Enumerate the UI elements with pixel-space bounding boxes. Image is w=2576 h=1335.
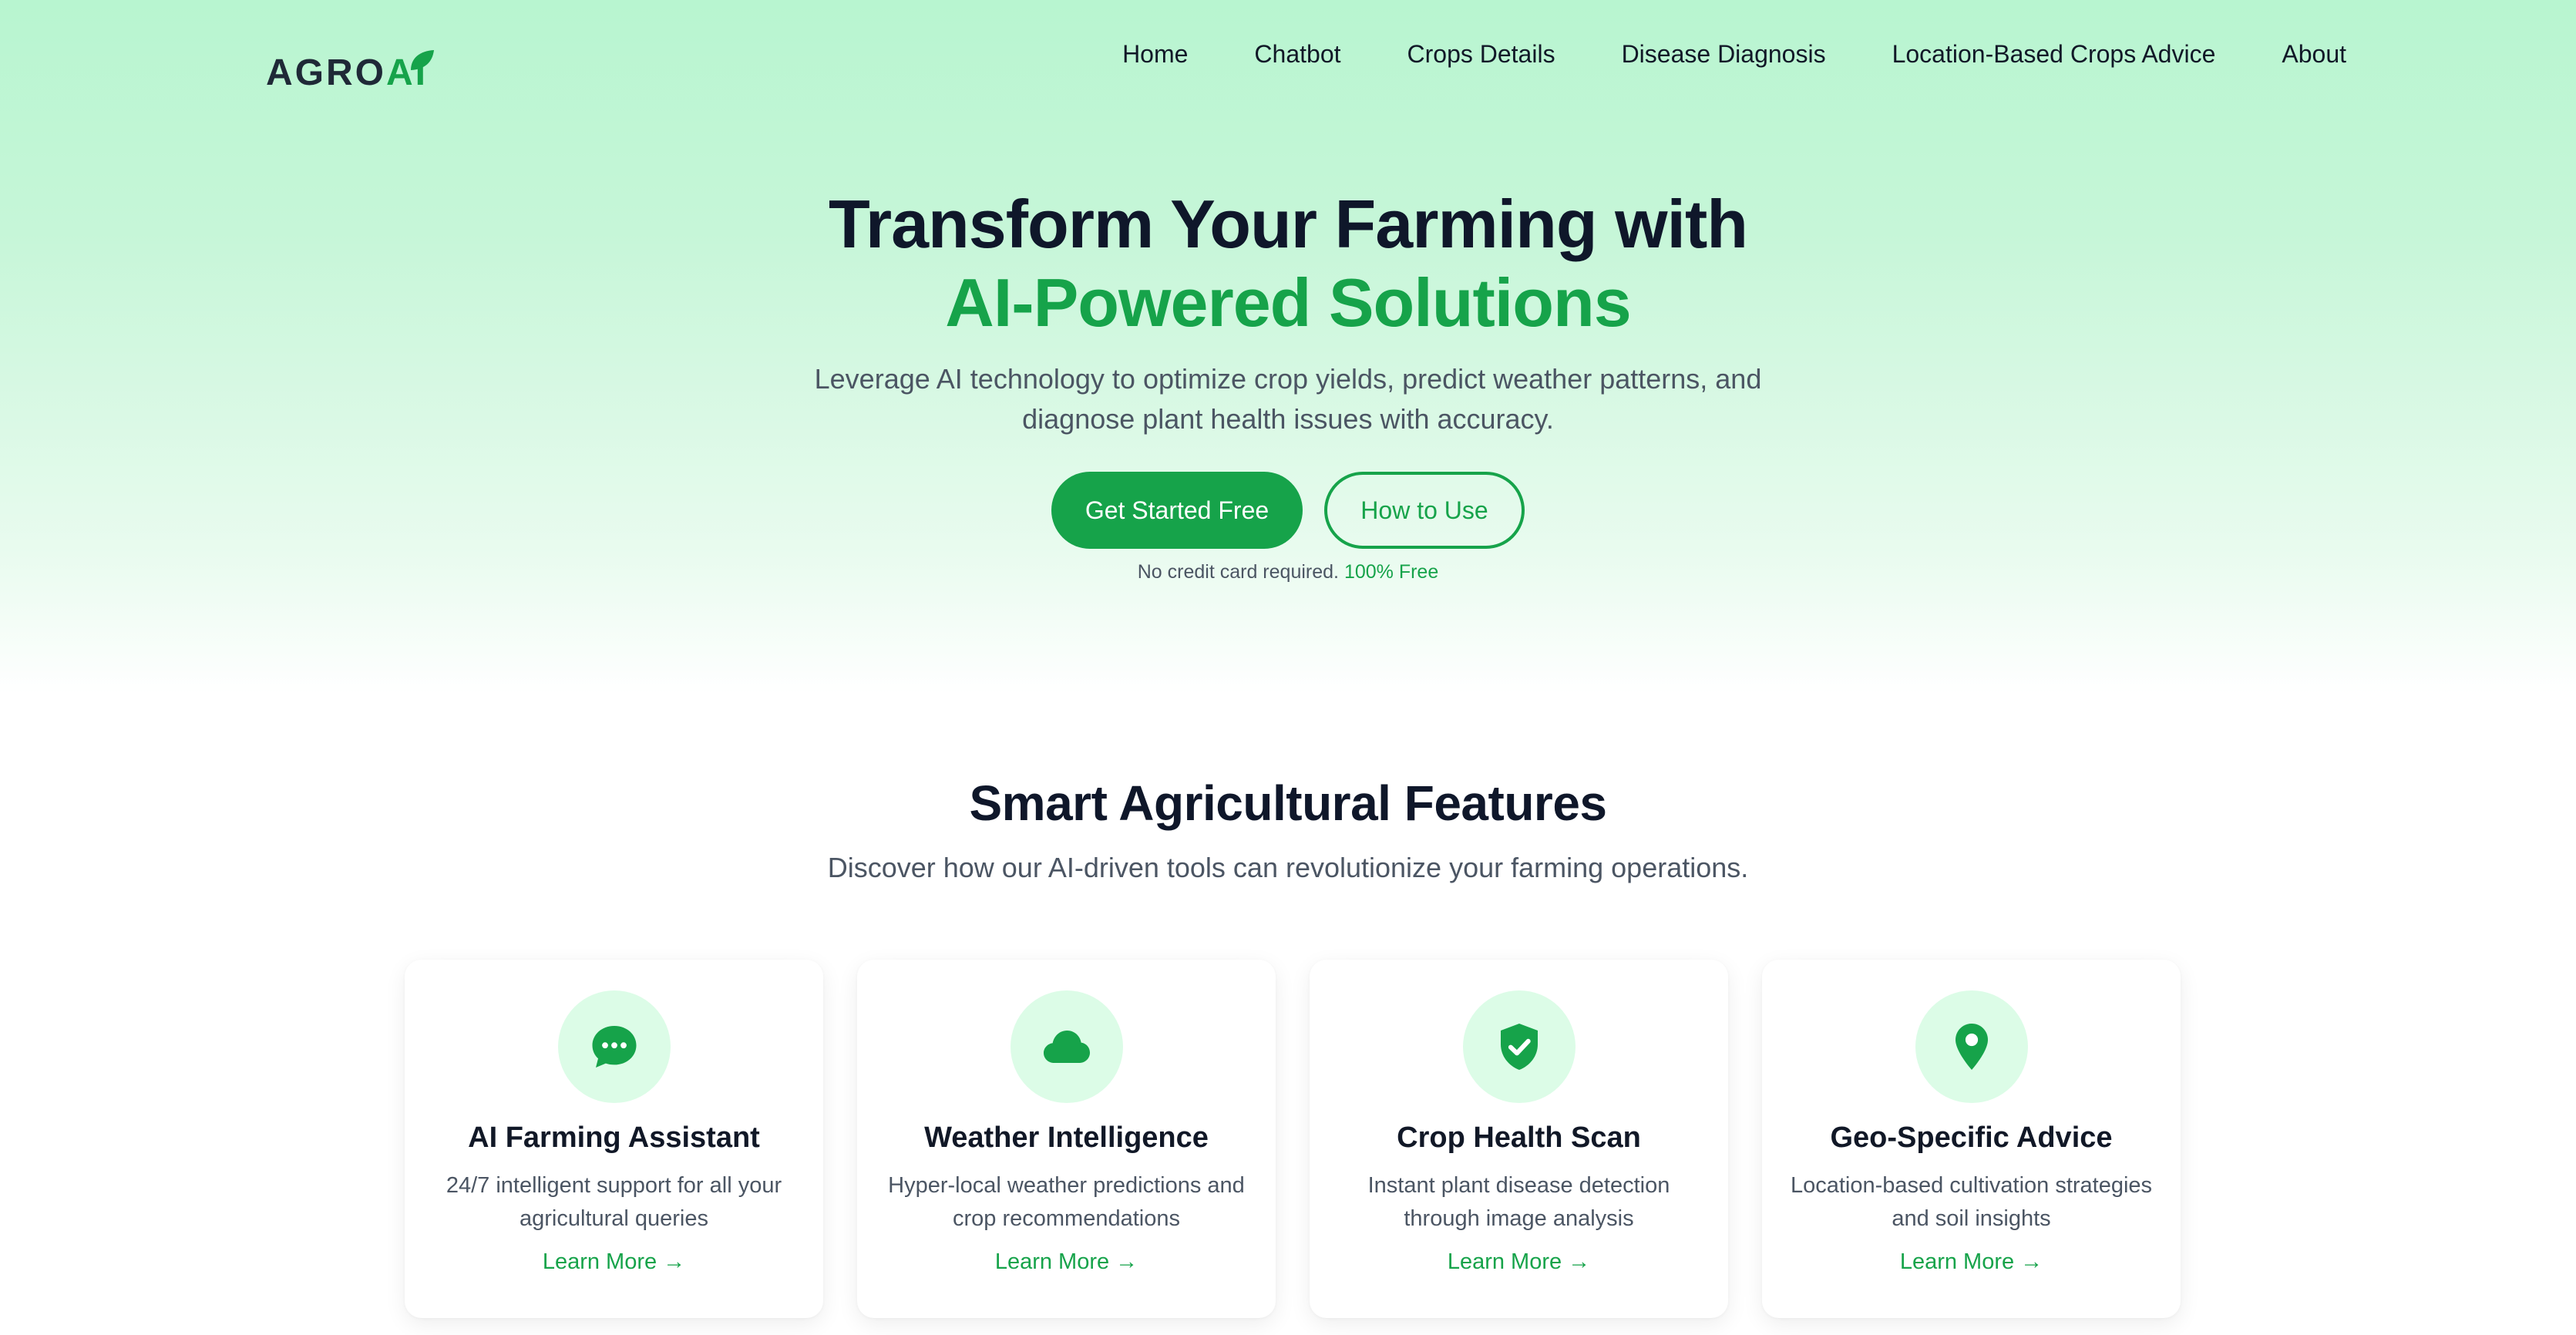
cloud-icon [1043,1031,1090,1063]
hero-section: Transform Your Farming with AI-Powered S… [0,185,2576,583]
feature-card-crop-health: Crop Health Scan Instant plant disease d… [1310,960,1728,1318]
chat-bubble-icon [592,1026,636,1068]
feature-card-ai-assistant: AI Farming Assistant 24/7 intelligent su… [405,960,823,1318]
cta-row: Get Started Free How to Use [0,472,2576,549]
feature-card-description: Hyper-local weather predictions and crop… [888,1173,1245,1231]
hero-title: Transform Your Farming with AI-Powered S… [0,185,2576,342]
feature-card-description: Instant plant disease detection through … [1367,1173,1670,1231]
feature-card-title: Crop Health Scan [1397,1121,1641,1154]
map-pin-icon [1955,1024,1988,1070]
nav-crops-details[interactable]: Crops Details [1407,40,1555,69]
learn-more-link[interactable]: Learn More → [543,1249,685,1275]
nav-about[interactable]: About [2282,40,2346,69]
feature-card-description: Location-based cultivation strategies an… [1790,1173,2153,1231]
brand-logo[interactable]: AGRO AI [266,17,434,94]
logo-text-agro: AGRO [266,52,386,93]
hero-title-line2: AI-Powered Solutions [945,264,1631,341]
feature-cards: AI Farming Assistant 24/7 intelligent su… [405,960,2181,1318]
cta-note-text: No credit card required. [1137,561,1339,583]
site-header: AGRO AI Home Chatbot Crops Details Disea… [0,0,2576,131]
cta-note: No credit card required. 100% Free [0,561,2576,583]
main-nav: Home Chatbot Crops Details Disease Diagn… [1122,40,2346,69]
feature-card-title: Geo-Specific Advice [1830,1121,2113,1154]
feature-card-geo-advice: Geo-Specific Advice Location-based culti… [1762,960,2181,1318]
nav-chatbot[interactable]: Chatbot [1254,40,1340,69]
feature-card-title: Weather Intelligence [924,1121,1209,1154]
logo-text-ai: AI [386,50,434,94]
learn-more-link[interactable]: Learn More → [1448,1249,1590,1275]
feature-icon-wrap [1462,990,1576,1103]
feature-icon-wrap [557,990,671,1103]
cta-note-highlight: 100% Free [1343,561,1439,583]
shield-check-icon [1500,1024,1538,1070]
learn-more-link[interactable]: Learn More → [995,1249,1138,1275]
get-started-button[interactable]: Get Started Free [1051,472,1303,549]
feature-card-description: 24/7 intelligent support for all your ag… [446,1173,782,1231]
features-subtitle: Discover how our AI-driven tools can rev… [827,852,1749,883]
nav-location-advice[interactable]: Location-Based Crops Advice [1892,40,2216,69]
hero-subtitle: Leverage AI technology to optimize crop … [814,363,1762,435]
feature-card-title: AI Farming Assistant [468,1121,760,1154]
features-title: Smart Agricultural Features [969,775,1607,831]
how-to-use-button[interactable]: How to Use [1324,472,1525,549]
feature-card-weather: Weather Intelligence Hyper-local weather… [857,960,1276,1318]
nav-disease-diagnosis[interactable]: Disease Diagnosis [1622,40,1826,69]
hero-title-line1: Transform Your Farming with [828,186,1748,262]
feature-icon-wrap [1010,990,1123,1103]
learn-more-link[interactable]: Learn More → [1900,1249,2043,1275]
feature-icon-wrap [1915,990,2028,1103]
leaf-icon [411,50,434,70]
nav-home[interactable]: Home [1122,40,1188,69]
